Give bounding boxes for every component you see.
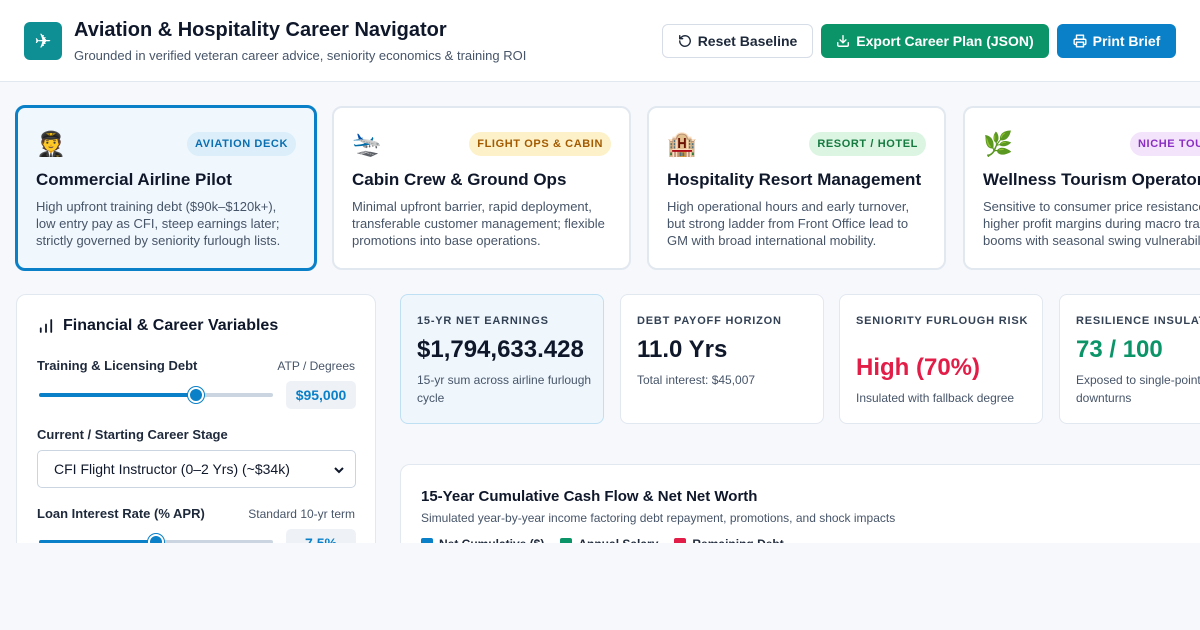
debt-hint: ATP / Degrees: [277, 359, 355, 373]
career-description: Minimal upfront barrier, rapid deploymen…: [352, 199, 605, 248]
career-card-airline-pilot[interactable]: 🧑‍✈️ AVIATION DECK Commercial Airline Pi…: [15, 105, 317, 271]
career-title: Hospitality Resort Management: [667, 170, 922, 189]
panel-heading: Financial & Career Variables: [37, 317, 278, 335]
export-career-plan-label: Export Career Plan (JSON): [856, 33, 1034, 49]
panel-heading-label: Financial & Career Variables: [63, 317, 279, 334]
career-stage-label: Current / Starting Career Stage: [37, 427, 228, 442]
career-description: Sensitive to consumer price resistance b…: [983, 199, 1200, 248]
chart-title: 15-Year Cumulative Cash Flow & Net Net W…: [421, 488, 758, 505]
print-brief-label: Print Brief: [1092, 33, 1161, 49]
hotel-icon: 🏨: [667, 130, 697, 158]
metric-value: High (70%): [856, 354, 981, 381]
app-subtitle: Grounded in verified veteran career advi…: [74, 48, 527, 63]
metric-value: 11.0 Yrs: [637, 336, 728, 363]
chart-subtitle: Simulated year-by-year income factoring …: [421, 511, 896, 525]
interest-rate-hint: Standard 10-yr term: [248, 507, 355, 521]
debt-slider-thumb[interactable]: [187, 387, 204, 403]
career-badge: NICHE TOURISM: [1130, 132, 1200, 156]
metric-note: Insulated with fallback degree: [856, 391, 1015, 405]
print-brief-button[interactable]: Print Brief: [1057, 24, 1176, 58]
career-card-hospitality-resort[interactable]: 🏨 RESORT / HOTEL Hospitality Resort Mana…: [647, 106, 946, 270]
career-badge: RESORT / HOTEL: [809, 132, 926, 156]
metric-furlough-risk: SENIORITY FURLOUGH RISK High (70%) Insul…: [839, 294, 1043, 424]
career-title: Cabin Crew & Ground Ops: [352, 170, 567, 189]
export-career-plan-button[interactable]: Export Career Plan (JSON): [821, 24, 1049, 58]
download-icon: [837, 35, 850, 47]
career-badge: AVIATION DECK: [187, 132, 296, 156]
metric-label: RESILIENCE INSULATION: [1076, 315, 1200, 327]
metric-value: $1,794,633.428: [417, 336, 584, 363]
chevron-down-icon: [334, 467, 344, 474]
herb-icon: 🌿: [983, 130, 1013, 158]
debt-label: Training & Licensing Debt: [37, 358, 198, 373]
app-header: ✈ Aviation & Hospitality Career Navigato…: [0, 0, 1200, 82]
metric-label: SENIORITY FURLOUGH RISK: [856, 315, 1029, 327]
reset-icon: [678, 35, 691, 47]
career-stage-select[interactable]: CFI Flight Instructor (0–2 Yrs) (~$34k): [37, 450, 356, 488]
metric-label: 15-YR NET EARNINGS: [417, 315, 549, 327]
app-title: Aviation & Hospitality Career Navigator: [74, 19, 447, 41]
metric-label: DEBT PAYOFF HORIZON: [637, 315, 782, 327]
metric-value: 73 / 100: [1076, 336, 1163, 363]
metric-note: 15-yr sum across airline furlough cycle: [417, 373, 592, 405]
metric-note: Exposed to single-point downturns: [1076, 373, 1200, 405]
debt-slider[interactable]: [39, 387, 273, 403]
metric-resilience: RESILIENCE INSULATION 73 / 100 Exposed t…: [1059, 294, 1200, 424]
metric-net-earnings: 15-YR NET EARNINGS $1,794,633.428 15-yr …: [400, 294, 604, 424]
reset-baseline-button[interactable]: Reset Baseline: [662, 24, 813, 58]
career-card-cabin-crew[interactable]: 🛬 FLIGHT OPS & CABIN Cabin Crew & Ground…: [332, 106, 631, 270]
plane-logo-icon: ✈: [24, 22, 62, 60]
debt-slider-fill: [39, 393, 196, 397]
career-title: Commercial Airline Pilot: [36, 170, 232, 189]
reset-baseline-label: Reset Baseline: [697, 33, 798, 49]
career-badge: FLIGHT OPS & CABIN: [469, 132, 611, 156]
printer-icon: [1073, 34, 1087, 48]
interest-rate-label: Loan Interest Rate (% APR): [37, 506, 205, 521]
pilot-icon: 🧑‍✈️: [36, 130, 66, 158]
career-description: High operational hours and early turnove…: [667, 199, 910, 248]
career-title: Wellness Tourism Operator: [983, 170, 1200, 189]
page-background: [0, 543, 1200, 630]
career-card-wellness-tourism[interactable]: 🌿 NICHE TOURISM Wellness Tourism Operato…: [963, 106, 1200, 270]
metric-note: Total interest: $45,007: [637, 373, 756, 387]
career-description: High upfront training debt ($90k–$120k+)…: [36, 199, 281, 248]
airplane-landing-icon: 🛬: [352, 130, 382, 158]
bar-chart-icon: [39, 319, 53, 333]
metric-debt-payoff: DEBT PAYOFF HORIZON 11.0 Yrs Total inter…: [620, 294, 824, 424]
debt-value: $95,000: [286, 381, 356, 409]
financial-variables-panel: Financial & Career Variables Training & …: [16, 294, 376, 554]
career-stage-selected: CFI Flight Instructor (0–2 Yrs) (~$34k): [54, 461, 290, 477]
